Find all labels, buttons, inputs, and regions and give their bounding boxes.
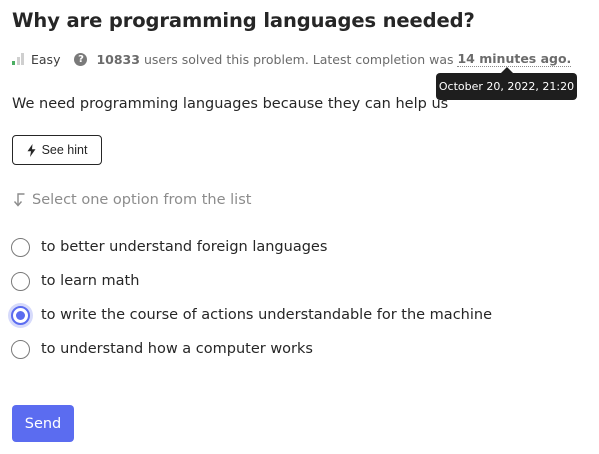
arrow-down-corner-icon bbox=[13, 193, 25, 207]
help-icon[interactable]: ? bbox=[74, 52, 88, 66]
option-foreign-languages[interactable]: to better understand foreign languages bbox=[11, 236, 492, 258]
solved-text: users solved this problem. Latest comple… bbox=[143, 51, 454, 67]
options-list: to better understand foreign languages t… bbox=[11, 236, 492, 372]
latest-completion[interactable]: 14 minutes ago. bbox=[457, 51, 572, 67]
option-label: to learn math bbox=[41, 273, 140, 289]
select-prompt: Select one option from the list bbox=[12, 192, 251, 208]
radio-button[interactable] bbox=[11, 339, 30, 359]
see-hint-label: See hint bbox=[41, 143, 88, 157]
solved-count: 10833 bbox=[96, 51, 140, 67]
page-title: Why are programming languages needed? bbox=[12, 9, 475, 32]
select-prompt-label: Select one option from the list bbox=[32, 192, 252, 208]
radio-button[interactable] bbox=[11, 237, 30, 257]
send-button[interactable]: Send bbox=[12, 405, 74, 442]
option-label: to write the course of actions understan… bbox=[41, 307, 492, 323]
completion-tooltip: October 20, 2022, 21:20 bbox=[436, 67, 577, 100]
see-hint-button[interactable]: See hint bbox=[12, 135, 102, 165]
radio-button-selected[interactable] bbox=[11, 305, 30, 325]
radio-button[interactable] bbox=[11, 271, 30, 291]
lightning-icon bbox=[27, 143, 36, 157]
difficulty-label: Easy bbox=[31, 51, 61, 67]
option-label: to understand how a computer works bbox=[41, 341, 313, 357]
option-label: to better understand foreign languages bbox=[41, 239, 328, 255]
option-computer-works[interactable]: to understand how a computer works bbox=[11, 338, 492, 360]
option-course-of-actions[interactable]: to write the course of actions understan… bbox=[11, 304, 492, 326]
problem-meta: Easy ? 10833 users solved this problem. … bbox=[12, 50, 572, 68]
difficulty-bars-icon bbox=[12, 53, 26, 65]
option-learn-math[interactable]: to learn math bbox=[11, 270, 492, 292]
problem-statement: We need programming languages because th… bbox=[12, 96, 449, 112]
